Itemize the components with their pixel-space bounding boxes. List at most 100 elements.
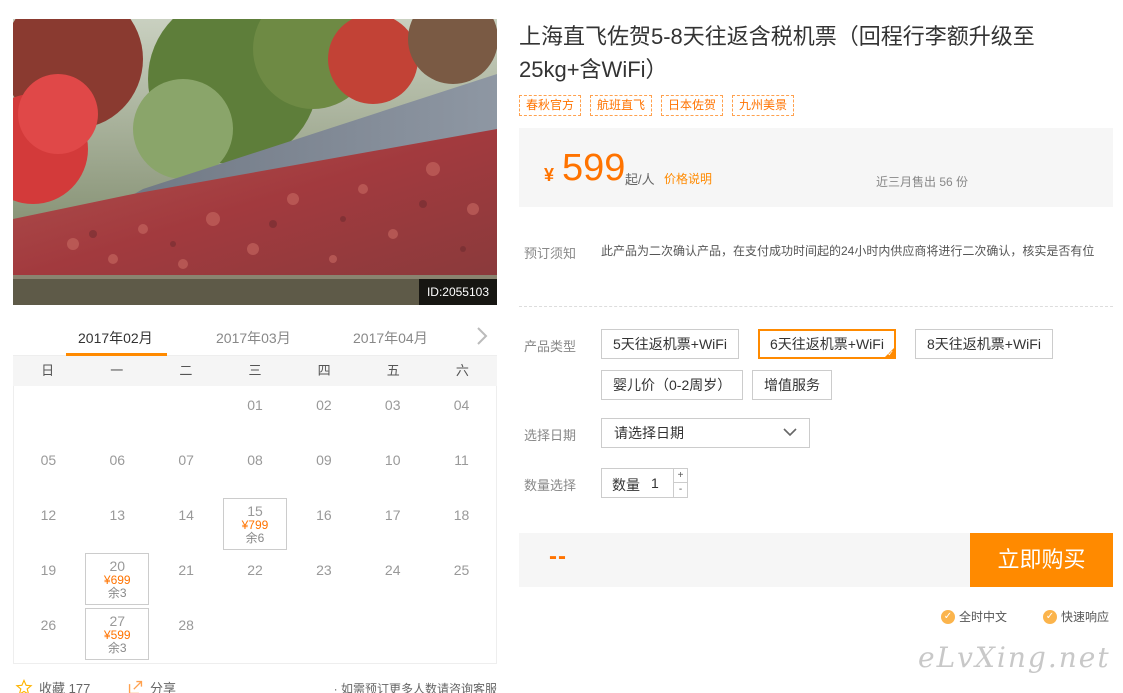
calendar-day: 25 [427,553,496,608]
product-type-option-8day[interactable]: 8天往返机票+WiFi [915,329,1053,359]
calendar-day: 17 [358,498,427,553]
calendar-day[interactable]: 27 ¥599 余3 [85,608,150,660]
calendar-day: 09 [289,443,358,498]
sold-count: 近三月售出 56 份 [876,175,969,189]
day-number: 17 [384,507,401,523]
date-select-value: 请选择日期 [614,425,684,441]
price-explain-link[interactable]: 价格说明 [664,170,712,187]
day-number: 02 [316,397,332,413]
calendar-day-grid: 01 02 03 04 05 06 07 08 09 10 11 12 13 14 15 ¥799 余6 16 17… [14,386,496,663]
calendar-day: 06 [83,443,152,498]
product-actions: 收藏 177 分享 · 如需预订更多人数请咨询客服 [13,674,497,693]
calendar-day: 19 [14,553,83,608]
next-month-chevron-icon[interactable] [475,326,489,346]
contact-service-link[interactable]: · 如需预订更多人数请咨询客服 [334,680,497,693]
calendar-day: 23 [289,553,358,608]
product-title: 上海直飞佐贺5-8天往返含税机票（回程行李额升级至25kg+含WiFi） [519,24,1035,82]
day-number: 16 [316,507,332,523]
calendar-day: 13 [83,498,152,553]
calendar-day: 08 [221,443,290,498]
weekday-label: 六 [455,363,469,378]
calendar-day: 01 [221,388,290,443]
tag: 春秋官方 [519,95,582,116]
product-type-option-5day[interactable]: 5天往返机票+WiFi [601,329,739,359]
currency-symbol: ¥ [544,165,555,185]
day-number: 28 [178,617,194,633]
calendar-body: 01 02 03 04 05 06 07 08 09 10 11 12 13 14 15 ¥799 余6 16 17… [13,386,497,664]
notice-label: 预订须知 [524,246,577,261]
option-label: 6天往返机票+WiFi [770,336,884,352]
price-calendar: 2017年02月 2017年03月 2017年04月 日 一 二 三 四 五 六… [13,318,497,664]
check-circle-icon: ✓ [941,609,955,624]
share-icon [128,680,143,693]
star-icon [15,679,33,693]
active-month-indicator [66,353,167,356]
calendar-day: 26 [14,608,83,663]
date-select[interactable]: 请选择日期 [601,418,810,448]
calendar-weekday-header: 日 一 二 三 四 五 六 [13,356,497,386]
day-remaining: 余6 [245,531,265,545]
calendar-day: 03 [358,388,427,443]
price-value: 599 [562,147,626,189]
day-number: 23 [316,562,332,578]
day-number: 07 [178,452,194,468]
calendar-day: 14 [152,498,221,553]
calendar-day: 16 [289,498,358,553]
day-number: 13 [109,507,126,523]
quantity-decrease-button[interactable]: - [673,483,687,497]
service-badge: ✓ 全时中文 [941,608,1007,625]
buy-now-button[interactable]: 立即购买 [970,533,1113,587]
weekday-label: 二 [179,363,193,378]
chevron-down-icon [783,428,797,437]
divider [519,306,1113,307]
calendar-day[interactable]: 15 ¥799 余6 [222,498,287,550]
product-type-option-infant[interactable]: 婴儿价（0-2周岁） [601,370,744,400]
tag: 日本佐贺 [661,95,724,116]
day-number: 18 [453,507,470,523]
favorite-button[interactable]: 收藏 177 [15,678,90,693]
quantity-value[interactable]: 1 [651,475,659,491]
quantity-increase-button[interactable]: + [673,469,687,483]
share-button[interactable]: 分享 [127,678,176,693]
tab-month-2[interactable]: 2017年03月 [216,328,291,348]
day-number: 24 [384,562,401,578]
favorite-label: 收藏 177 [39,681,91,693]
photo-id-label: ID:2055103 [418,279,497,305]
tag: 九州美景 [732,95,795,116]
product-photo: ID:2055103 [13,19,497,305]
product-type-option-addon[interactable]: 增值服务 [752,370,832,400]
badge-label: 快速响应 [1061,610,1110,624]
day-number: 25 [453,562,470,578]
day-number: 11 [454,452,469,468]
day-number: 04 [453,397,470,413]
calendar-day[interactable]: 20 ¥699 余3 [85,553,150,605]
quantity-label: 数量选择 [524,478,577,493]
calendar-day: 21 [152,553,221,608]
total-price: -- [549,543,567,570]
calendar-day: 22 [221,553,290,608]
day-number: 03 [384,397,401,413]
day-number [14,388,83,397]
day-remaining: 余3 [107,586,127,600]
tab-month-3[interactable]: 2017年04月 [353,328,428,348]
autumn-roof-image [13,19,497,305]
purchase-bar: -- 立即购买 [519,533,1113,587]
product-type-label: 产品类型 [524,339,577,354]
product-type-option-6day[interactable]: 6天往返机票+WiFi ✓ [758,329,896,359]
tab-month-1[interactable]: 2017年02月 [78,328,153,348]
tag: 航班直飞 [590,95,653,116]
weekday-label: 日 [41,363,55,378]
day-price: ¥699 [103,573,131,587]
day-number: 05 [40,452,57,468]
selected-check-icon: ✓ [887,349,894,358]
day-number: 21 [178,562,194,578]
calendar-day: 04 [427,388,496,443]
site-watermark: eLvXing.net [918,641,1111,674]
calendar-day: 28 [152,608,221,663]
day-number: 12 [40,507,57,523]
calendar-day: 02 [289,388,358,443]
day-number: 22 [247,562,263,578]
day-number: 19 [40,562,57,578]
calendar-empty-cell [152,388,221,443]
weekday-label: 三 [248,363,262,378]
